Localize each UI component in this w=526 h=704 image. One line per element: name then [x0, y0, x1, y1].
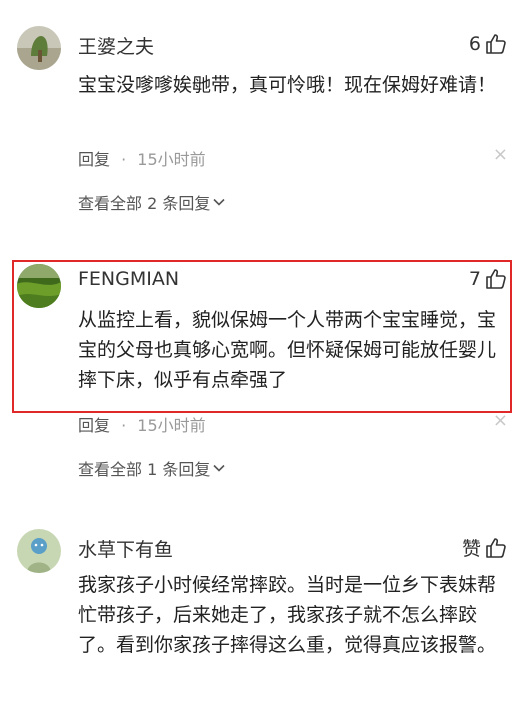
view-replies-label: 查看全部 1 条回复	[78, 460, 211, 479]
comment-time: 15小时前	[137, 416, 206, 435]
meta-separator: ·	[121, 416, 127, 435]
like-button[interactable]: 6	[469, 32, 508, 56]
view-replies-label: 查看全部 2 条回复	[78, 194, 211, 213]
thumbs-up-icon	[486, 34, 506, 54]
comment-text: 我家孩子小时候经常摔跤。当时是一位乡下表妹帮忙带孩子，后来她走了，我家孩子就不怎…	[78, 574, 497, 656]
close-icon[interactable]: ×	[493, 146, 508, 164]
comment-time: 15小时前	[137, 150, 206, 169]
like-count: 7	[468, 268, 481, 290]
like-label: 赞	[461, 538, 481, 560]
avatar[interactable]	[17, 264, 61, 308]
chevron-down-icon	[213, 198, 225, 206]
close-icon[interactable]: ×	[493, 412, 508, 430]
comment-author[interactable]: 王婆之夫	[78, 32, 154, 59]
thumbs-up-icon	[486, 537, 506, 558]
avatar[interactable]	[17, 26, 61, 70]
comment-author[interactable]: FENGMIAN	[78, 268, 179, 290]
reply-button[interactable]: 回复	[78, 150, 110, 169]
comment-author[interactable]: 水草下有鱼	[78, 535, 173, 562]
comment-meta: 回复 · 15小时前	[78, 146, 206, 170]
like-count: 6	[468, 33, 481, 55]
comment-text: 从监控上看，貌似保姆一个人带两个宝宝睡觉，宝宝的父母也真够心宽啊。但怀疑保姆可能…	[78, 309, 497, 391]
avatar[interactable]	[17, 529, 61, 573]
like-button[interactable]: 赞	[462, 534, 508, 561]
view-replies-link[interactable]: 查看全部 2 条回复	[78, 190, 226, 214]
reply-button[interactable]: 回复	[78, 416, 110, 435]
thumbs-up-icon	[486, 269, 506, 289]
chevron-down-icon	[213, 464, 225, 472]
view-replies-link[interactable]: 查看全部 1 条回复	[78, 456, 226, 480]
meta-separator: ·	[121, 150, 127, 169]
comment-meta: 回复 · 15小时前	[78, 412, 206, 436]
comment-text: 宝宝没嗲嗲娭毑带，真可怜哦！现在保姆好难请！	[78, 74, 497, 96]
like-button[interactable]: 7	[469, 267, 508, 291]
